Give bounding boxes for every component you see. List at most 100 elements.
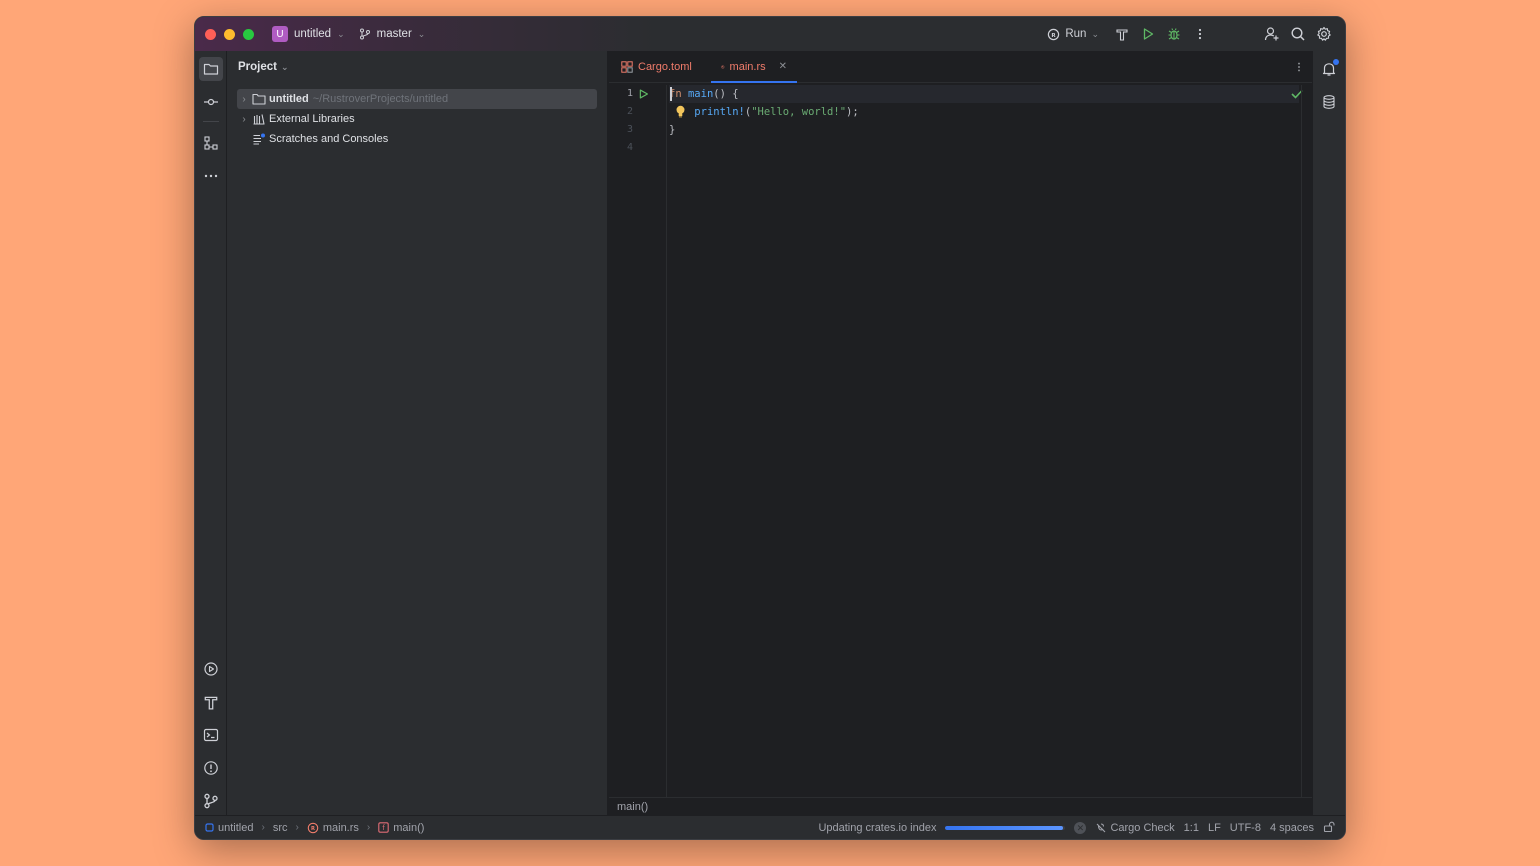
status-widgets: Updating crates.io index ✕ Cargo Check 1… bbox=[818, 816, 1335, 839]
project-panel: Project ⌄ › untitled ~/RustroverProjects… bbox=[227, 51, 608, 815]
branch-name: master bbox=[376, 28, 412, 40]
add-user-icon bbox=[1264, 27, 1279, 41]
folder-icon bbox=[251, 92, 267, 106]
line-number: 3 bbox=[626, 124, 633, 135]
intention-bulb-icon[interactable] bbox=[675, 105, 686, 121]
tree-item-scratches[interactable]: Scratches and Consoles bbox=[237, 129, 597, 149]
tabs-options-button[interactable] bbox=[1293, 51, 1305, 83]
git-branch-icon bbox=[359, 28, 370, 40]
code-with-me-button[interactable] bbox=[1259, 22, 1285, 46]
ide-window: U untitled ⌄ master ⌄ R Run ⌄ Project ⌄ … bbox=[194, 16, 1346, 840]
run-button[interactable] bbox=[1135, 22, 1161, 46]
play-icon bbox=[639, 89, 649, 99]
terminal-icon bbox=[203, 728, 219, 742]
breadcrumb-item[interactable]: main() bbox=[617, 801, 648, 813]
code-punct: () { bbox=[713, 88, 739, 100]
chevron-right-icon[interactable]: › bbox=[237, 94, 251, 105]
chevron-right-icon[interactable]: › bbox=[237, 114, 251, 125]
cargo-check-widget[interactable]: Cargo Check bbox=[1095, 822, 1175, 834]
services-tool-button[interactable] bbox=[199, 657, 223, 681]
svg-text:R: R bbox=[311, 826, 315, 832]
git-tool-button[interactable] bbox=[199, 789, 223, 813]
caret-position[interactable]: 1:1 bbox=[1184, 822, 1199, 834]
chevron-right-icon: › bbox=[366, 822, 371, 833]
search-icon bbox=[1291, 27, 1305, 41]
unlock-icon bbox=[1323, 821, 1335, 832]
terminal-tool-button[interactable] bbox=[199, 723, 223, 747]
background-task-label[interactable]: Updating crates.io index bbox=[818, 822, 936, 834]
services-icon bbox=[204, 662, 218, 676]
settings-button[interactable] bbox=[1311, 22, 1337, 46]
code-punct: ); bbox=[846, 106, 859, 118]
git-branch-icon bbox=[204, 793, 218, 809]
search-everywhere-button[interactable] bbox=[1285, 22, 1311, 46]
title-bar: U untitled ⌄ master ⌄ R Run ⌄ bbox=[195, 17, 1345, 51]
build-tool-button[interactable] bbox=[199, 690, 223, 714]
module-icon bbox=[205, 823, 214, 832]
rust-file-icon: R bbox=[307, 822, 319, 833]
file-encoding[interactable]: UTF-8 bbox=[1230, 822, 1261, 834]
project-tool-button[interactable] bbox=[199, 57, 223, 81]
commit-tool-button[interactable] bbox=[199, 90, 223, 114]
navigation-bar: untitled › src › R main.rs › f main() bbox=[195, 822, 424, 834]
cargo-file-icon bbox=[621, 60, 633, 73]
project-name: untitled bbox=[294, 28, 332, 40]
function-icon: f bbox=[378, 822, 389, 833]
line-number: 4 bbox=[626, 142, 633, 153]
nav-crumb-function[interactable]: main() bbox=[393, 822, 424, 834]
line-separator[interactable]: LF bbox=[1208, 822, 1221, 834]
cancel-task-icon[interactable]: ✕ bbox=[1074, 822, 1087, 834]
hammer-icon bbox=[204, 696, 218, 710]
gutter-run-button[interactable] bbox=[638, 88, 649, 103]
read-only-toggle[interactable] bbox=[1323, 821, 1335, 836]
chevron-down-icon: ⌄ bbox=[417, 28, 426, 39]
more-actions-button[interactable] bbox=[1187, 22, 1213, 46]
indent-setting[interactable]: 4 spaces bbox=[1270, 822, 1314, 834]
more-tools-button[interactable] bbox=[199, 164, 223, 188]
play-icon bbox=[1143, 28, 1154, 40]
line-number: 1 bbox=[626, 88, 633, 99]
editor-gutter: 1 2 3 4 bbox=[609, 85, 667, 797]
minimize-window-button[interactable] bbox=[224, 28, 235, 40]
tab-label: Cargo.toml bbox=[638, 60, 692, 73]
structure-tool-button[interactable] bbox=[199, 131, 223, 155]
code-line-2[interactable]: println!("Hello, world!"); bbox=[669, 103, 859, 121]
line-number: 2 bbox=[626, 106, 633, 117]
tab-main-rs[interactable]: R main.rs ✕ bbox=[709, 51, 799, 83]
run-configuration-selector[interactable]: R Run ⌄ bbox=[1043, 22, 1103, 46]
chevron-right-icon: › bbox=[295, 822, 299, 833]
scratches-icon bbox=[251, 132, 267, 146]
debug-button[interactable] bbox=[1161, 22, 1187, 46]
chevron-down-icon: ⌄ bbox=[1091, 28, 1099, 39]
notifications-button[interactable] bbox=[1317, 57, 1341, 81]
bug-icon bbox=[1168, 28, 1180, 40]
tree-item-project-root[interactable]: › untitled ~/RustroverProjects/untitled bbox=[237, 89, 597, 109]
tree-item-label: Scratches and Consoles bbox=[269, 133, 389, 145]
build-button[interactable] bbox=[1109, 22, 1135, 46]
progress-fill bbox=[945, 826, 1064, 830]
project-switcher[interactable]: U untitled ⌄ bbox=[272, 26, 345, 42]
problems-tool-button[interactable] bbox=[199, 756, 223, 780]
vcs-branch-switcher[interactable]: master ⌄ bbox=[359, 28, 426, 40]
project-panel-header[interactable]: Project ⌄ bbox=[227, 51, 607, 83]
commit-icon bbox=[204, 98, 218, 106]
nav-crumb-project[interactable]: untitled bbox=[218, 822, 253, 834]
run-configuration-label: Run bbox=[1065, 28, 1087, 40]
tab-cargo-toml[interactable]: Cargo.toml bbox=[609, 51, 709, 82]
tree-item-external-libraries[interactable]: › External Libraries bbox=[237, 109, 597, 129]
database-tool-button[interactable] bbox=[1317, 90, 1341, 114]
code-line-1[interactable]: fn main() { bbox=[669, 85, 739, 103]
more-vertical-icon bbox=[1298, 62, 1300, 72]
editor-breadcrumb[interactable]: main() bbox=[609, 797, 1313, 815]
close-window-button[interactable] bbox=[205, 28, 216, 40]
code-line-3[interactable]: } bbox=[669, 121, 675, 139]
more-vertical-icon bbox=[1198, 28, 1202, 40]
chevron-right-icon: › bbox=[261, 822, 265, 833]
svg-text:R: R bbox=[1052, 32, 1057, 38]
close-icon[interactable]: ✕ bbox=[779, 61, 787, 72]
svg-text:f: f bbox=[383, 824, 386, 832]
nav-crumb-src[interactable]: src bbox=[273, 822, 288, 834]
folder-icon bbox=[203, 63, 219, 75]
nav-crumb-file[interactable]: main.rs bbox=[323, 822, 359, 834]
maximize-window-button[interactable] bbox=[243, 28, 254, 40]
